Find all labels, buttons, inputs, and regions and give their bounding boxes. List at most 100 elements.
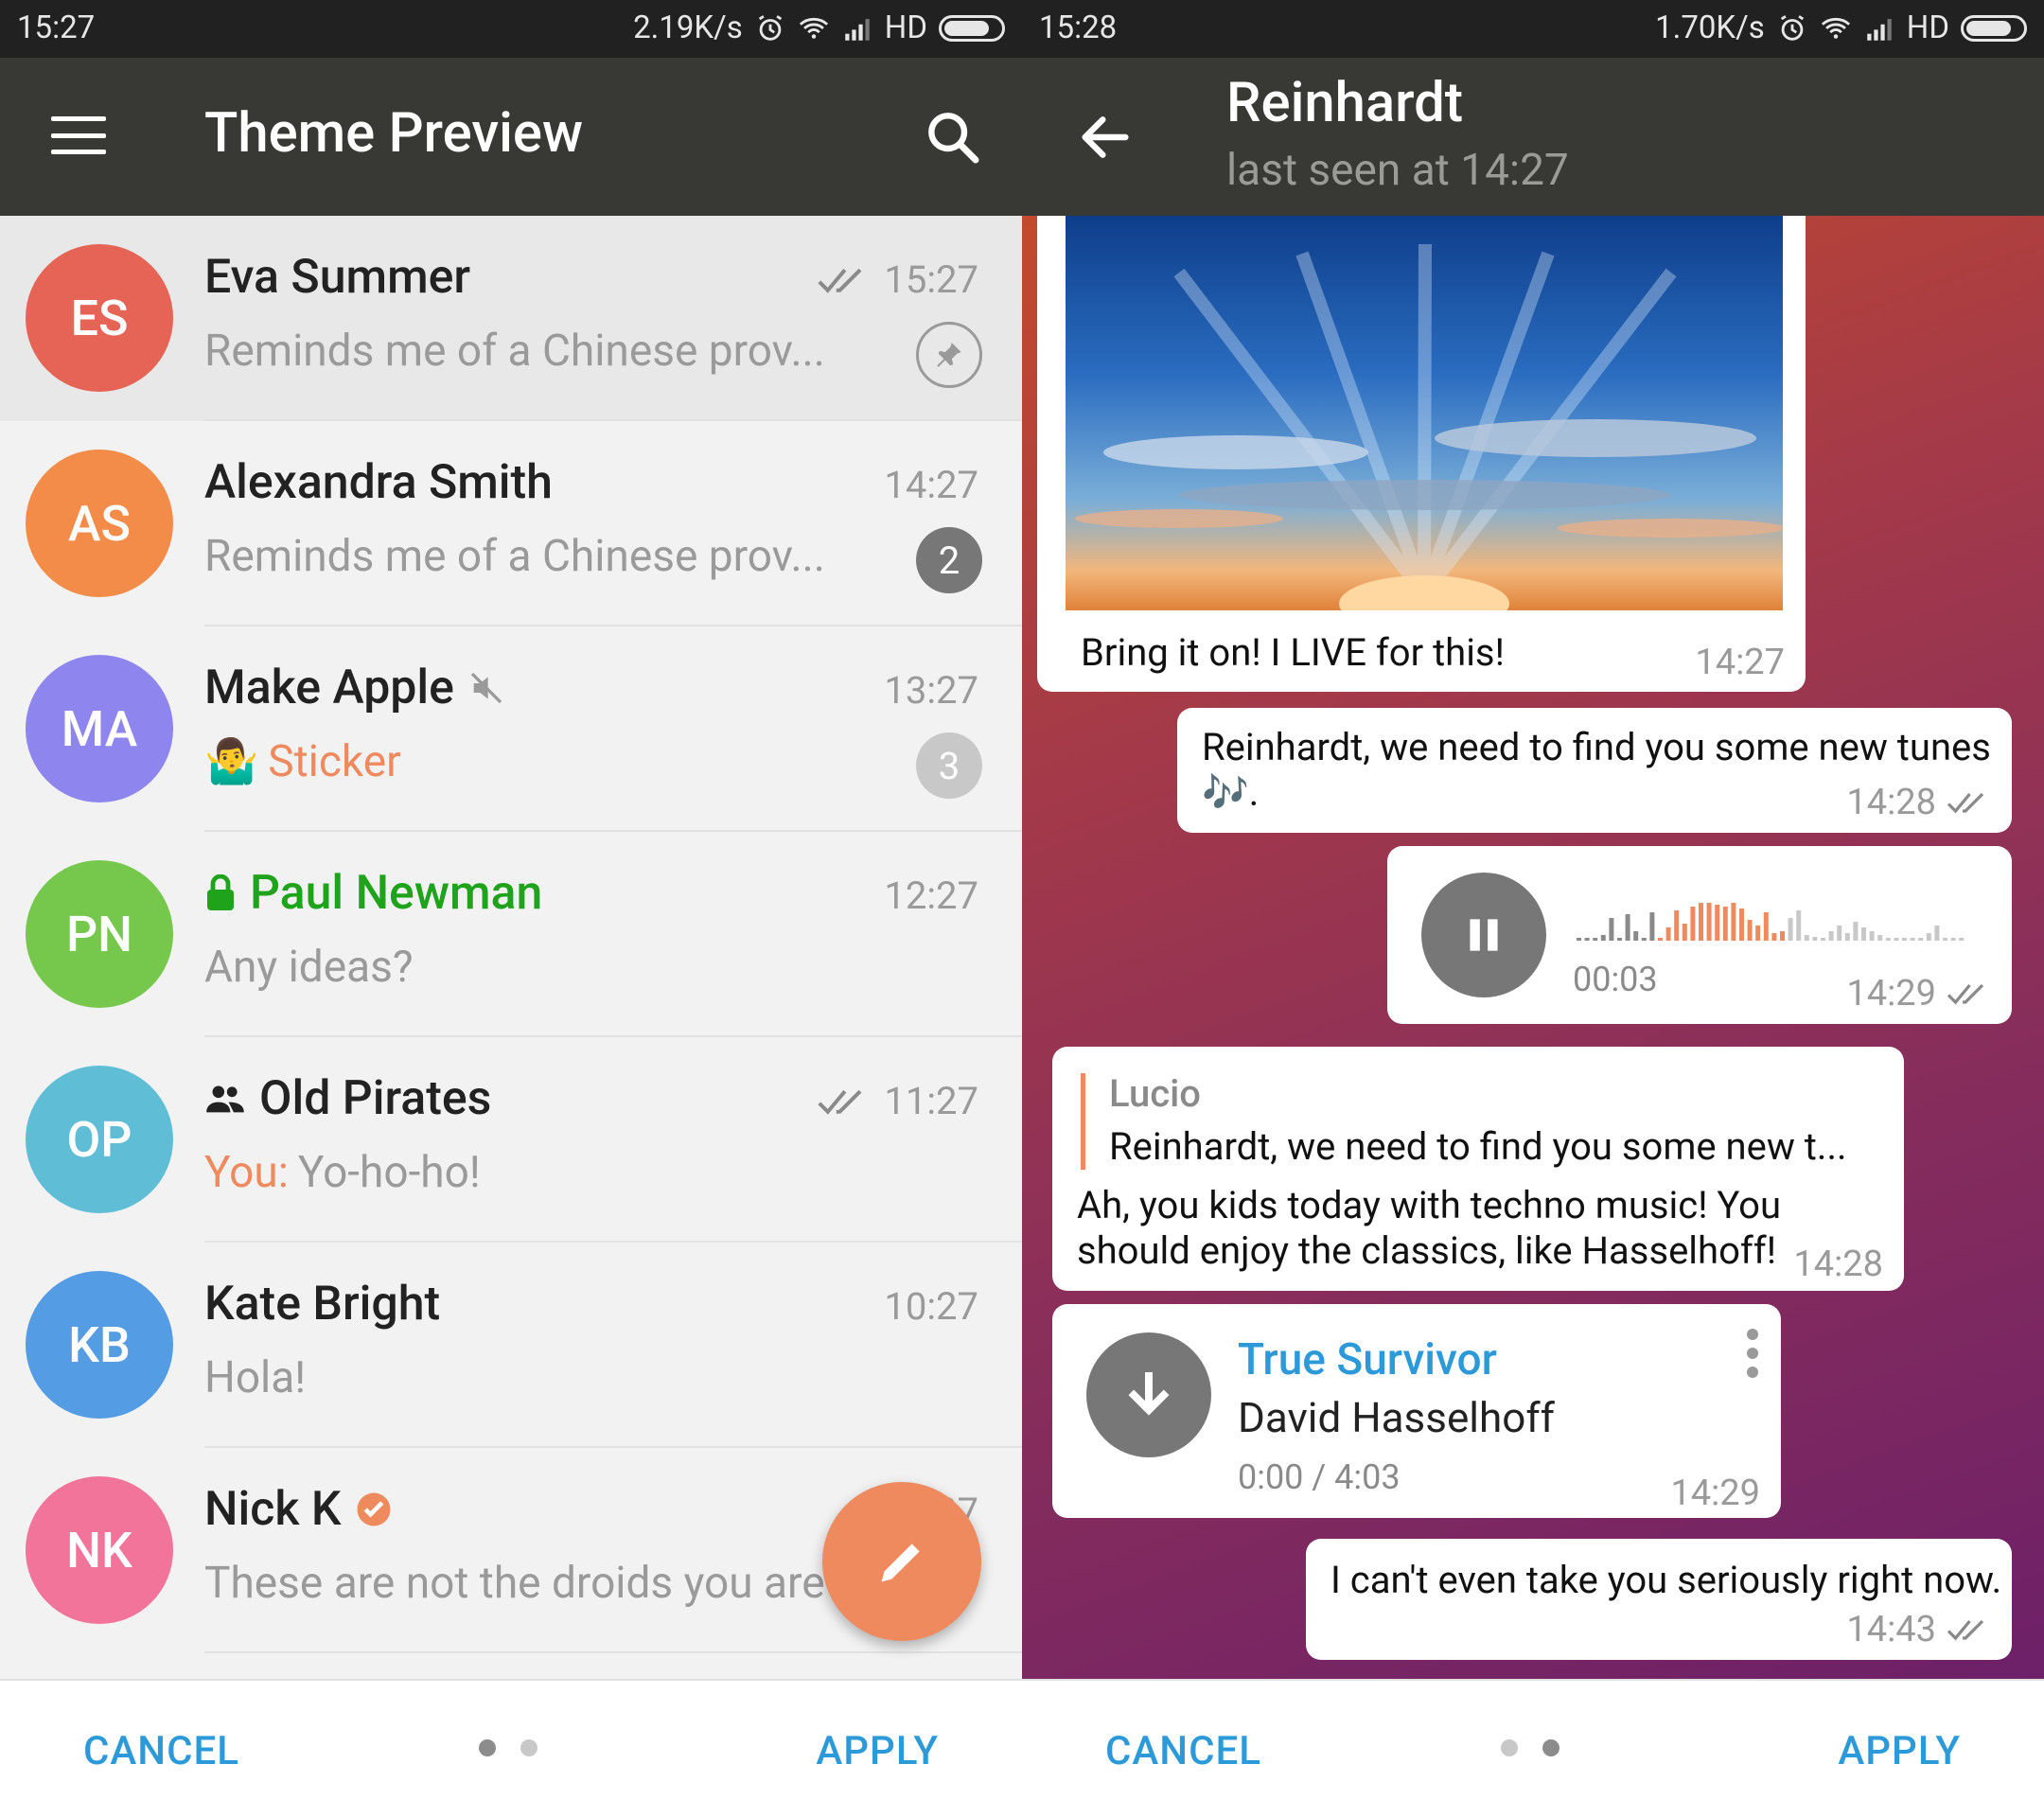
page-dot-2[interactable] [520, 1739, 537, 1756]
chat-name: Old Pirates [259, 1071, 492, 1126]
status-bar: 15:28 1.70K/s HD [1022, 0, 2044, 58]
download-button[interactable] [1086, 1332, 1211, 1457]
chat-name: Kate Bright [204, 1277, 441, 1332]
message-time: 14:29 [1846, 973, 1936, 1014]
page-dot-1[interactable] [479, 1739, 496, 1756]
waveform-bar [1674, 910, 1680, 941]
waveform-bar [1780, 931, 1785, 941]
waveform-bar [1682, 924, 1687, 941]
battery-icon [939, 14, 1005, 42]
network-speed: 2.19K/s [633, 9, 743, 46]
waveform-bar [1902, 938, 1907, 941]
song-progress: 0:00 / 4:03 [1238, 1457, 1401, 1497]
menu-icon[interactable] [51, 113, 106, 158]
waveform-bar [1959, 938, 1965, 941]
more-options-icon[interactable] [1747, 1329, 1758, 1378]
message-preview: Sticker [268, 736, 401, 787]
peer-name[interactable]: Reinhardt [1226, 71, 1463, 135]
waveform-bar [1584, 938, 1590, 941]
avatar[interactable]: MA [26, 655, 173, 803]
waveform-bar [1715, 905, 1720, 941]
waveform-bar [1731, 903, 1736, 941]
chat-row[interactable]: KB Kate Bright 10:27 Hola! [0, 1243, 1022, 1448]
chat-row[interactable]: PN Paul Newman 12:27 Any ideas? [0, 832, 1022, 1037]
status-bar: 15:27 2.19K/s HD [0, 0, 1022, 58]
message-sender: You: [204, 1147, 289, 1198]
photo-caption: Bring it on! I LIVE for this! [1081, 630, 1505, 675]
cancel-button[interactable]: CANCEL [1105, 1728, 1261, 1774]
theme-actions-bar: CANCEL APPLY [1022, 1679, 2044, 1817]
waveform-bar [1658, 938, 1663, 941]
waveform-bar [1609, 918, 1614, 941]
waveform-bar [1894, 938, 1899, 941]
message-preview: Hola! [204, 1352, 307, 1403]
waveform-bar [1699, 903, 1703, 941]
avatar[interactable]: KB [26, 1271, 173, 1419]
chat-list-preview: 15:27 2.19K/s HD Theme Preview ES Eva Sum… [0, 0, 1022, 1817]
alarm-icon [1780, 14, 1804, 41]
compose-button[interactable] [822, 1482, 981, 1641]
network-type: HD [884, 9, 927, 46]
chat-row[interactable]: ES Eva Summer 15:27 Reminds me of a Chinese… [0, 216, 1022, 421]
page-dot-2[interactable] [1542, 1739, 1559, 1756]
divider [204, 1651, 1022, 1653]
avatar[interactable]: PN [26, 860, 173, 1008]
waveform-bar [1649, 912, 1655, 941]
chat-name: Eva Summer [204, 250, 471, 305]
voice-message[interactable]: 00:03 14:29 [1387, 846, 2012, 1024]
avatar[interactable]: ES [26, 244, 173, 392]
waveform-bar [1943, 938, 1947, 941]
signal-icon [1867, 18, 1892, 41]
outgoing-message-tunes[interactable]: Reinhardt, we need to find you some new … [1177, 708, 2012, 833]
reply-quote[interactable]: Reinhardt, we need to find you some new … [1109, 1124, 1847, 1169]
pin-icon [916, 322, 982, 388]
waveform-bar [1722, 907, 1728, 941]
avatar[interactable]: AS [26, 450, 173, 597]
message-time: 14:43 [1846, 1609, 1936, 1650]
chat-time: 13:27 [884, 668, 978, 713]
message-time: 14:28 [1846, 782, 1936, 823]
message-preview: Yo-ho-ho! [297, 1147, 481, 1198]
back-arrow-icon[interactable] [1075, 107, 1136, 168]
waveform-bar [1885, 938, 1891, 941]
chat-preview: 15:28 1.70K/s HD Reinhardt last seen at … [1022, 0, 2044, 1817]
wifi-icon [799, 17, 828, 39]
audio-file-message[interactable]: True Survivor David Hasselhoff 0:00 / 4:… [1052, 1304, 1781, 1518]
voice-duration: 00:03 [1573, 960, 1658, 999]
photo-content [1075, 243, 1783, 610]
apply-button[interactable]: APPLY [816, 1728, 939, 1774]
waveform-bar [1600, 935, 1606, 941]
chat-row[interactable]: MA Make Apple 13:27 🤷‍♂️ Sticker 3 [0, 626, 1022, 832]
page-dot-1[interactable] [1501, 1739, 1518, 1756]
sunrise-photo[interactable] [1066, 216, 1783, 610]
waveform-bar [1755, 926, 1761, 941]
waveform-bar [1950, 938, 1956, 941]
message-time: 14:27 [1695, 642, 1785, 683]
chat-row[interactable]: OP Old Pirates 11:27 You: Yo-ho-ho! [0, 1037, 1022, 1243]
waveform-bar [1788, 918, 1793, 941]
pencil-icon [881, 1544, 920, 1582]
status-time: 15:28 [1039, 9, 1118, 46]
voice-waveform[interactable] [1577, 895, 1974, 943]
waveform-bar [1641, 938, 1647, 941]
photo-message[interactable]: Bring it on! I LIVE for this! 14:27 [1037, 216, 1806, 692]
song-title[interactable]: True Survivor [1238, 1334, 1497, 1385]
chat-row[interactable]: AS Alexandra Smith 14:27 Reminds me of a Ch… [0, 421, 1022, 626]
avatar[interactable]: NK [26, 1476, 173, 1624]
reply-author[interactable]: Lucio [1109, 1071, 1201, 1116]
alarm-icon [758, 14, 782, 41]
unread-badge: 2 [916, 527, 982, 593]
avatar[interactable]: OP [26, 1066, 173, 1213]
outgoing-message-last[interactable]: I can't even take you seriously right no… [1306, 1539, 2012, 1660]
reply-message[interactable]: Lucio Reinhardt, we need to find you som… [1052, 1047, 1904, 1291]
pause-button[interactable] [1421, 873, 1546, 997]
muted-icon [470, 672, 502, 704]
message-time: 14:28 [1793, 1244, 1883, 1285]
battery-icon [1961, 14, 2027, 42]
network-type: HD [1906, 9, 1949, 46]
pause-icon [1470, 919, 1498, 951]
apply-button[interactable]: APPLY [1838, 1728, 1961, 1774]
search-icon[interactable] [923, 107, 983, 168]
cancel-button[interactable]: CANCEL [83, 1728, 239, 1774]
waveform-bar [1853, 922, 1859, 941]
